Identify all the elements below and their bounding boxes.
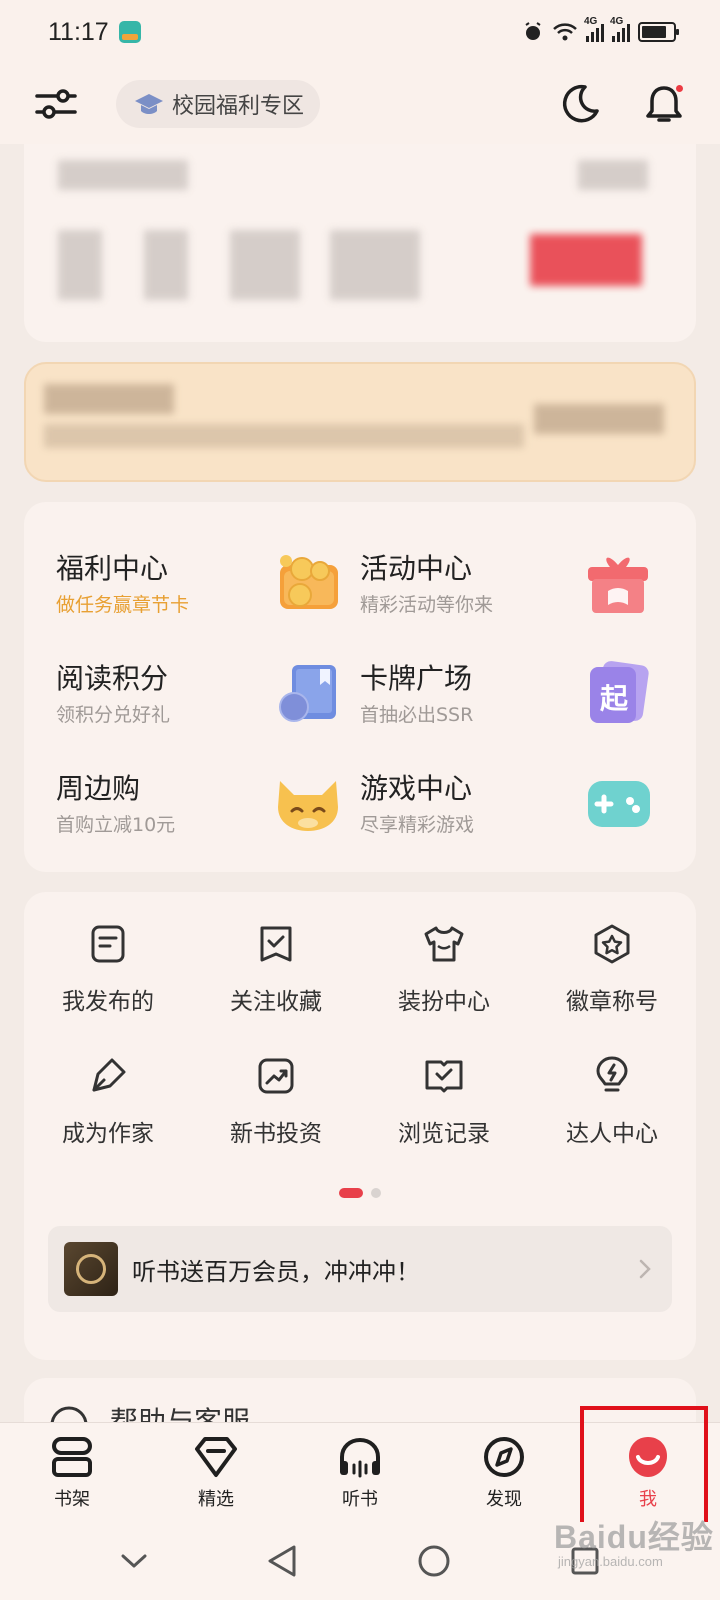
- tab-audiobook[interactable]: 听书: [288, 1423, 432, 1522]
- welfare-title: 游戏中心: [360, 771, 473, 805]
- membership-banner[interactable]: [24, 362, 696, 482]
- moon-icon[interactable]: [558, 82, 602, 126]
- baidu-watermark: Baidu经验 jingyan.baidu.com: [554, 1512, 714, 1569]
- tab-label: 精选: [198, 1489, 234, 1510]
- headphones-icon: [340, 1437, 380, 1478]
- browse-history-button[interactable]: 浏览记录: [360, 1054, 528, 1186]
- promo-text: 听书送百万会员，冲冲冲！: [132, 1257, 420, 1286]
- activity-center-item[interactable]: 活动中心 精彩活动等你来: [360, 528, 664, 638]
- welfare-card: 福利中心 做任务赢章节卡 活动中心 精彩活动等你来 阅读积分 领积分兑好礼 卡牌…: [24, 502, 696, 872]
- reading-points-item[interactable]: 阅读积分 领积分兑好礼: [56, 638, 360, 748]
- pen-icon: [86, 1054, 130, 1098]
- tshirt-icon: [422, 922, 466, 966]
- gift-icon: [582, 547, 654, 619]
- menu-label: 达人中心: [566, 1121, 658, 1147]
- promo-thumbnail: [64, 1242, 118, 1296]
- tab-label: 发现: [486, 1489, 522, 1510]
- trend-chart-icon: [254, 1054, 298, 1098]
- fox-icon: [272, 767, 344, 839]
- welfare-subtitle: 首抽必出SSR: [360, 703, 474, 726]
- welfare-subtitle: 尽享精彩游戏: [360, 813, 475, 836]
- bell-icon[interactable]: [642, 82, 686, 126]
- tab-featured[interactable]: 精选: [144, 1423, 288, 1522]
- welfare-title: 阅读积分: [56, 661, 169, 695]
- battery-icon: [638, 22, 679, 42]
- gamepad-icon: [582, 767, 654, 839]
- app-notification-icon: [118, 21, 141, 43]
- card-char: 起: [600, 682, 629, 715]
- tools-card: 我发布的 关注收藏 装扮中心 徽章称号 成为作家 新书投资 浏览记录 达人中心: [24, 892, 696, 1360]
- my-posts-button[interactable]: 我发布的: [24, 922, 192, 1054]
- campus-label: 校园福利专区: [172, 94, 305, 119]
- game-center-item[interactable]: 游戏中心 尽享精彩游戏: [360, 748, 664, 858]
- diamond-icon: [195, 1437, 237, 1477]
- signal-icon-1: 4G: [584, 16, 604, 42]
- card-square-item[interactable]: 卡牌广场 首抽必出SSR 起: [360, 638, 664, 748]
- welfare-center-item[interactable]: 福利中心 做任务赢章节卡: [56, 528, 360, 638]
- document-icon: [86, 922, 130, 966]
- card-icon: 起: [582, 657, 654, 729]
- badge-star-icon: [590, 922, 634, 966]
- compass-icon: [484, 1437, 524, 1477]
- page-indicator: [24, 1188, 696, 1198]
- sliders-icon[interactable]: [34, 82, 78, 126]
- triangle-back-icon[interactable]: [266, 1543, 298, 1579]
- welfare-title: 周边购: [56, 771, 141, 805]
- chevron-down-icon[interactable]: [119, 1551, 149, 1571]
- wifi-icon: [553, 23, 577, 41]
- page-dot: [371, 1188, 381, 1198]
- tab-label: 书架: [54, 1489, 90, 1510]
- book-coin-icon: [272, 657, 344, 729]
- account-card[interactable]: [24, 144, 696, 342]
- menu-label: 我发布的: [62, 989, 154, 1015]
- coins-box-icon: [272, 547, 344, 619]
- watermark-brand: Baidu经验: [554, 1519, 714, 1555]
- follow-collect-button[interactable]: 关注收藏: [192, 922, 360, 1054]
- new-book-invest-button[interactable]: 新书投资: [192, 1054, 360, 1186]
- bookmark-check-icon: [254, 922, 298, 966]
- welfare-title: 卡牌广场: [360, 661, 473, 695]
- audiobook-promo-banner[interactable]: 听书送百万会员，冲冲冲！: [48, 1226, 672, 1312]
- welfare-subtitle: 首购立减10元: [56, 813, 176, 836]
- page-dot-active: [339, 1188, 363, 1198]
- merch-shop-item[interactable]: 周边购 首购立减10元: [56, 748, 360, 858]
- menu-label: 关注收藏: [230, 989, 322, 1015]
- top-header: 校园福利专区: [0, 64, 720, 144]
- history-book-icon: [422, 1054, 466, 1098]
- welfare-title: 福利中心: [56, 551, 169, 585]
- status-time: 11:17: [48, 17, 109, 46]
- alarm-icon: [525, 22, 541, 40]
- bookshelf-icon: [52, 1437, 92, 1477]
- tab-discover[interactable]: 发现: [432, 1423, 576, 1522]
- menu-label: 装扮中心: [398, 989, 490, 1015]
- dressup-center-button[interactable]: 装扮中心: [360, 922, 528, 1054]
- become-writer-button[interactable]: 成为作家: [24, 1054, 192, 1186]
- tab-label: 听书: [342, 1489, 378, 1510]
- badges-titles-button[interactable]: 徽章称号: [528, 922, 696, 1054]
- menu-label: 徽章称号: [566, 989, 658, 1015]
- welfare-subtitle: 做任务赢章节卡: [56, 593, 190, 616]
- notification-badge: [674, 83, 685, 94]
- signal-icon-2: 4G: [610, 16, 630, 42]
- expert-center-button[interactable]: 达人中心: [528, 1054, 696, 1186]
- graduation-cap-icon: [135, 94, 163, 114]
- menu-label: 浏览记录: [398, 1121, 490, 1147]
- menu-label: 新书投资: [230, 1121, 322, 1147]
- welfare-subtitle: 领积分兑好礼: [56, 703, 171, 726]
- status-bar: 11:17 4G 4G: [0, 0, 720, 64]
- welfare-title: 活动中心: [360, 551, 473, 585]
- bulb-icon: [590, 1054, 634, 1098]
- tab-bookshelf[interactable]: 书架: [0, 1423, 144, 1522]
- welfare-subtitle: 精彩活动等你来: [360, 593, 494, 616]
- circle-home-icon[interactable]: [416, 1543, 452, 1579]
- menu-label: 成为作家: [62, 1121, 154, 1147]
- chevron-right-icon: [639, 1259, 651, 1279]
- campus-welfare-button[interactable]: 校园福利专区: [116, 80, 321, 128]
